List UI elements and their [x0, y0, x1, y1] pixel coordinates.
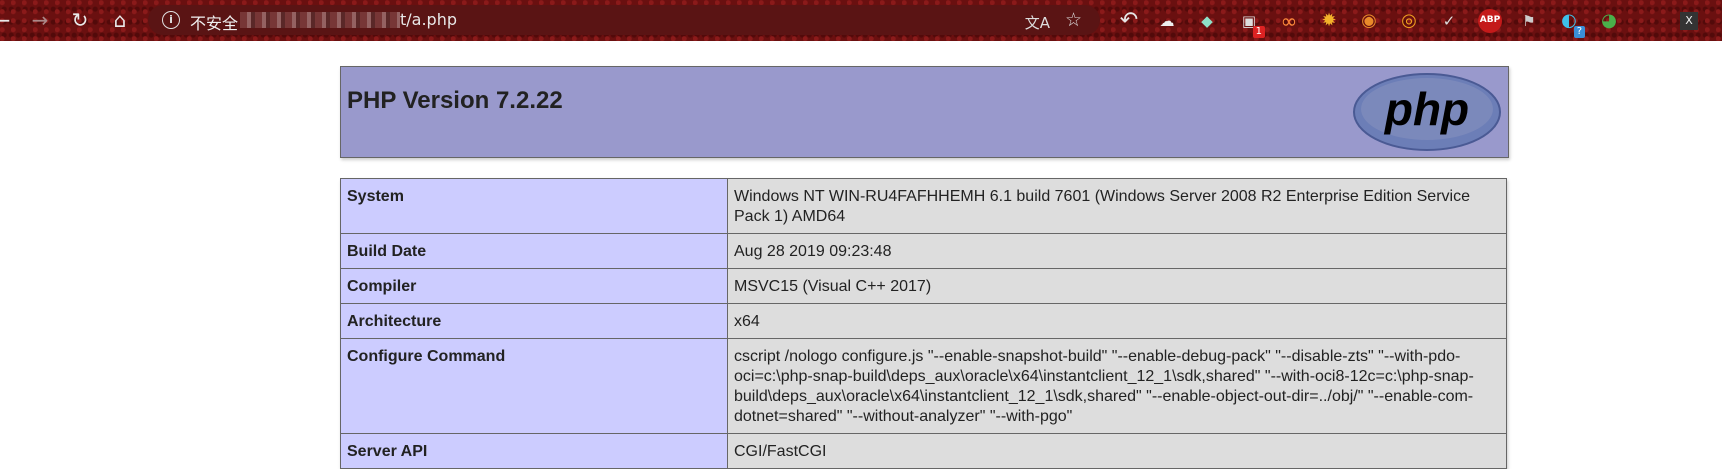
table-row: Build Date Aug 28 2019 09:23:48 — [340, 233, 1507, 269]
extension-ring-icon[interactable]: ◎ — [1398, 10, 1420, 32]
php-logo: php — [1353, 73, 1501, 151]
url-redacted — [240, 12, 400, 28]
forward-arrow-icon[interactable]: → — [28, 8, 52, 32]
translate-icon[interactable]: 文A — [1025, 12, 1050, 33]
info-icon[interactable]: i — [162, 11, 180, 29]
browser-toolbar: ← → ↻ ⌂ i 不安全 t/a.php 文A ☆ ↶ ☁ ◆ ▣ 1 ∞ ✹ … — [0, 0, 1722, 41]
logo-text: php — [1383, 83, 1469, 135]
address-bar[interactable]: i 不安全 t/a.php 文A ☆ — [148, 5, 1100, 35]
row-value: MSVC15 (Visual C++ 2017) — [727, 268, 1507, 304]
reply-icon[interactable]: ↶ — [1118, 10, 1140, 32]
table-row: Compiler MSVC15 (Visual C++ 2017) — [340, 268, 1507, 304]
extension-robot-icon[interactable]: ▣ 1 — [1238, 10, 1265, 38]
php-header: PHP Version 7.2.22 php — [340, 66, 1509, 158]
row-key: Architecture — [340, 303, 728, 339]
page-content: PHP Version 7.2.22 php System Windows NT… — [0, 41, 1722, 469]
row-key: Configure Command — [340, 338, 728, 434]
row-value: x64 — [727, 303, 1507, 339]
bookmark-star-icon[interactable]: ☆ — [1065, 9, 1082, 31]
row-key: Server API — [340, 433, 728, 469]
page-title: PHP Version 7.2.22 — [347, 87, 563, 114]
extension-diamond-icon[interactable]: ◆ — [1196, 10, 1218, 32]
row-value: cscript /nologo configure.js "--enable-s… — [727, 338, 1507, 434]
back-arrow-icon[interactable]: ← — [0, 8, 14, 32]
extension-question-icon[interactable]: ◐? — [1558, 10, 1585, 38]
extension-gear-icon[interactable]: ✹ — [1318, 10, 1340, 32]
security-label: 不安全 — [190, 14, 239, 33]
bookmark-icon[interactable]: ⚑ — [1518, 10, 1540, 32]
extension-fox-icon[interactable]: ◉ — [1358, 10, 1380, 32]
extension-badge: 1 — [1252, 26, 1265, 38]
extension-globe-icon[interactable]: ◕ — [1598, 10, 1620, 32]
row-key: System — [340, 178, 728, 234]
reload-icon[interactable]: ↻ — [68, 8, 92, 32]
home-icon[interactable]: ⌂ — [108, 8, 132, 32]
extension-badge: ? — [1573, 26, 1585, 38]
table-row: Architecture x64 — [340, 303, 1507, 339]
checkmark-icon[interactable]: ✓ — [1438, 10, 1460, 32]
row-key: Build Date — [340, 233, 728, 269]
extension-cloud-icon[interactable]: ☁ — [1156, 10, 1178, 32]
extension-infinity-icon[interactable]: ∞ — [1278, 10, 1300, 32]
adblock-icon[interactable]: ABP — [1478, 9, 1502, 33]
row-key: Compiler — [340, 268, 728, 304]
row-value: Windows NT WIN-RU4FAFHHEMH 6.1 build 760… — [727, 178, 1507, 234]
table-row: Server API CGI/FastCGI — [340, 433, 1507, 469]
row-value: CGI/FastCGI — [727, 433, 1507, 469]
row-value: Aug 28 2019 09:23:48 — [727, 233, 1507, 269]
table-row: System Windows NT WIN-RU4FAFHHEMH 6.1 bu… — [340, 178, 1507, 234]
phpinfo-table: System Windows NT WIN-RU4FAFHHEMH 6.1 bu… — [340, 178, 1507, 469]
extension-x-icon[interactable]: X — [1680, 12, 1698, 30]
url-text: t/a.php — [400, 10, 458, 29]
table-row: Configure Command cscript /nologo config… — [340, 338, 1507, 434]
